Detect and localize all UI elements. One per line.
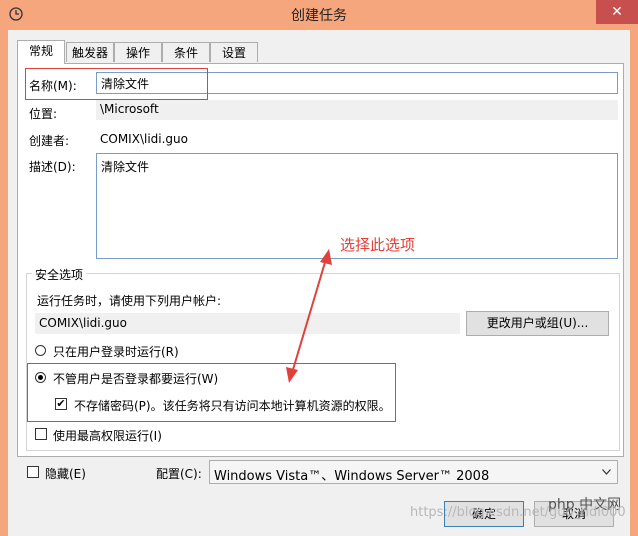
close-icon: ✕ [611, 4, 623, 20]
location-value: \Microsoft [96, 100, 618, 120]
name-highlight-box [25, 68, 208, 100]
description-label: 描述(D): [29, 160, 76, 174]
run-only-logged-on-label[interactable]: 只在用户登录时运行(R) [53, 343, 179, 360]
annotation-arrow [286, 249, 332, 383]
option-highlight-box [27, 363, 396, 422]
annotation-text: 选择此选项 [340, 236, 416, 254]
tab-actions[interactable]: 操作 [114, 42, 162, 62]
author-value: COMIX\lidi.guo [100, 132, 188, 146]
watermark-text: https://blog.csdn.net/guo_ridi000 [410, 505, 626, 520]
highest-privileges-label[interactable]: 使用最高权限运行(I) [53, 427, 162, 444]
chevron-down-icon [602, 469, 611, 475]
author-label: 创建者: [29, 134, 70, 148]
user-account-field: COMIX\lidi.guo [35, 313, 460, 334]
configure-select[interactable]: Windows Vista™、Windows Server™ 2008 [209, 460, 618, 484]
window-title: 创建任务 [291, 8, 347, 24]
tab-triggers[interactable]: 触发器 [66, 42, 114, 62]
hidden-label[interactable]: 隐藏(E) [45, 465, 86, 482]
tab-settings[interactable]: 设置 [210, 42, 258, 62]
configure-label: 配置(C): [156, 467, 202, 481]
run-as-prompt: 运行任务时，请使用下列用户帐户: [37, 294, 222, 308]
close-button[interactable]: ✕ [596, 0, 638, 24]
tab-general[interactable]: 常规 [17, 40, 65, 64]
change-user-button[interactable]: 更改用户或组(U)... [466, 311, 609, 336]
run-only-logged-on-radio[interactable] [35, 345, 46, 356]
configure-select-value: Windows Vista™、Windows Server™ 2008 [214, 469, 490, 484]
security-options-label: 安全选项 [32, 266, 87, 283]
tab-conditions[interactable]: 条件 [162, 42, 210, 62]
highest-privileges-checkbox[interactable] [35, 428, 47, 440]
hidden-checkbox[interactable] [27, 466, 39, 478]
location-label: 位置: [29, 107, 58, 121]
